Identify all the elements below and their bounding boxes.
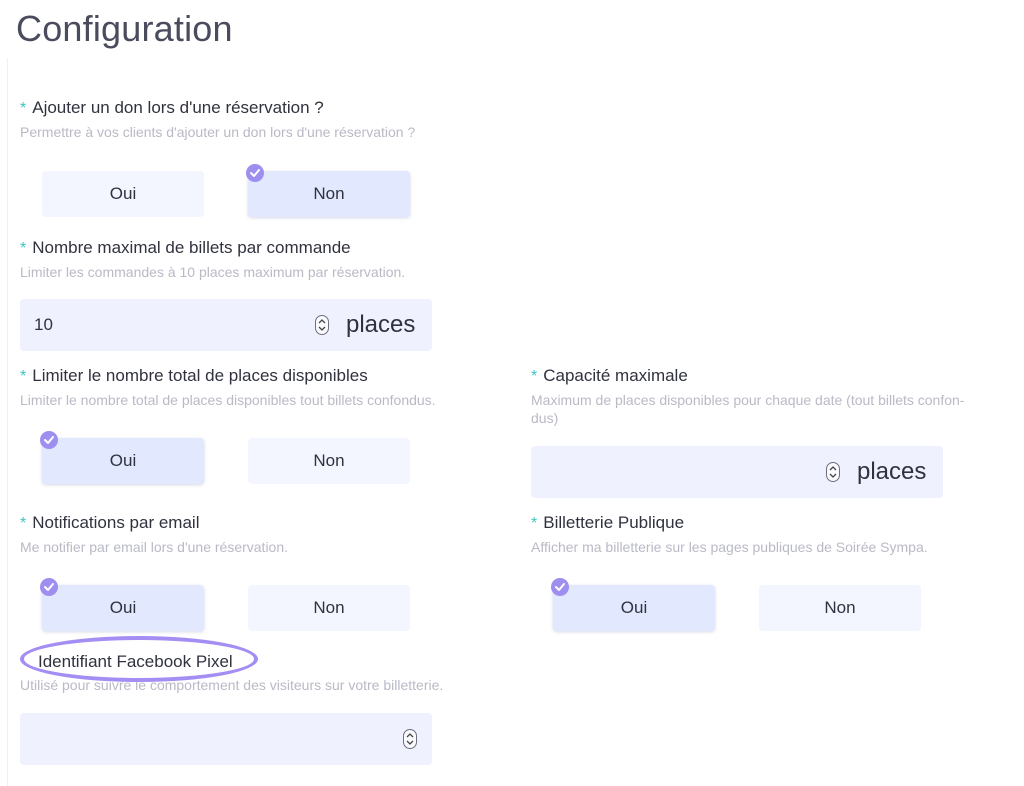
check-circle-icon [40,578,58,596]
donation-label: * Ajouter un don lors d'une réservation ? [20,98,324,117]
limit-total-label: * Limiter le nombre total de places dispo… [20,366,368,385]
check-circle-icon [551,578,569,596]
facebook-pixel-input-wrapper [20,713,432,765]
public-ticketing-field: * Billetterie Publique Afficher ma billet… [531,513,928,556]
spinner-arrows-icon[interactable] [403,729,417,749]
limit-total-oui-button[interactable]: Oui [40,431,204,484]
facebook-pixel-field: Identifiant Facebook Pixel Utilisé pour … [20,652,443,694]
required-asterisk: * [20,515,27,532]
donation-non-button[interactable]: Non [246,164,410,217]
capacity-help: Maximum de places disponibles pour chaqu… [531,392,965,426]
page-title: Configuration [16,8,233,49]
capacity-unit: places [857,458,927,485]
public-ticketing-oui-button[interactable]: Oui [551,578,715,631]
facebook-pixel-input[interactable] [34,713,394,765]
max-tickets-label: * Nombre maximal de billets par commande [20,238,351,257]
donation-oui-button[interactable]: Oui [42,171,204,217]
max-tickets-field: * Nombre maximal de billets par commande … [20,238,405,281]
required-asterisk: * [20,368,27,385]
max-tickets-unit: places [346,311,416,338]
spinner-arrows-icon[interactable] [826,462,840,482]
spinner-arrows-icon[interactable] [315,315,329,335]
max-tickets-help: Limiter les commandes à 10 places maximu… [20,264,406,280]
public-ticketing-non-button[interactable]: Non [759,585,921,631]
email-notifications-oui-button[interactable]: Oui [40,578,204,631]
required-asterisk: * [20,240,27,257]
limit-total-help: Limiter le nombre total de places dispon… [20,392,436,408]
email-notifications-help: Me notifier par email lors d'une réserva… [20,539,289,555]
capacity-field: * Capacité maximale Maximum de places dis… [531,366,964,427]
limit-total-field: * Limiter le nombre total de places dispo… [20,366,436,409]
donation-help: Permettre à vos clients d'ajouter un don… [20,124,416,140]
max-tickets-input[interactable] [34,299,294,351]
limit-total-non-button[interactable]: Non [248,438,410,484]
check-circle-icon [40,431,58,449]
facebook-pixel-help: Utilisé pour suivre le comportement des … [20,677,444,693]
page-border [7,58,8,786]
capacity-input[interactable] [545,446,805,498]
public-ticketing-help: Afficher ma billetterie sur les pages pu… [531,539,928,555]
email-notifications-label: * Notifications par email [20,513,200,532]
public-ticketing-label: * Billetterie Publique [531,513,685,532]
email-notifications-non-button[interactable]: Non [248,585,410,631]
capacity-input-wrapper: places [531,446,943,498]
email-notifications-field: * Notifications par email Me notifier par… [20,513,288,556]
check-circle-icon [246,164,264,182]
capacity-label: * Capacité maximale [531,366,688,385]
donation-field: * Ajouter un don lors d'une réservation ?… [20,98,415,141]
facebook-pixel-label: Identifiant Facebook Pixel [38,652,233,671]
required-asterisk: * [531,368,538,385]
required-asterisk: * [531,515,538,532]
required-asterisk: * [20,100,27,117]
max-tickets-input-wrapper: places [20,299,432,351]
